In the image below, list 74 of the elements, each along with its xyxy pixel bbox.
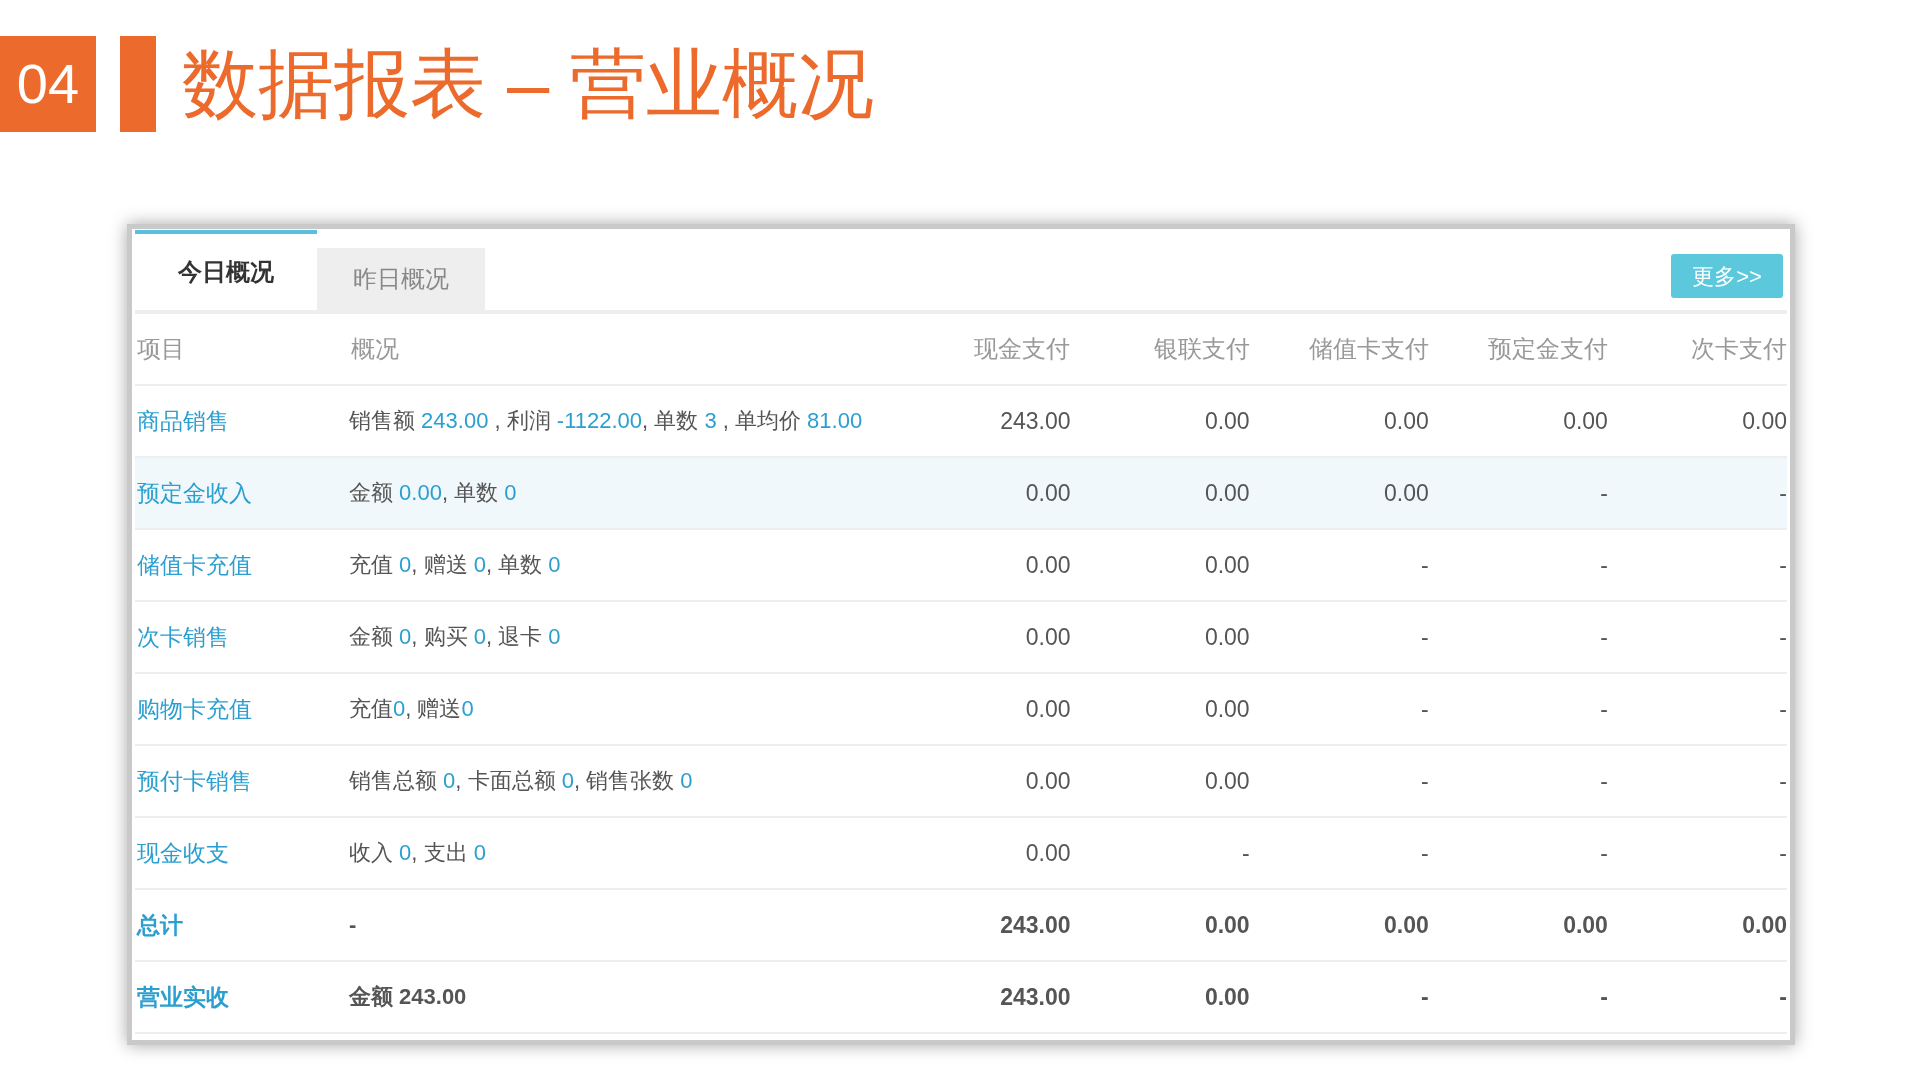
table-cell: 0.00 (1025, 623, 1071, 650)
item-link[interactable]: 购物卡充值 (137, 695, 252, 722)
table-cell: 0.00 (1204, 695, 1250, 722)
tab[interactable]: 昨日概况 (317, 248, 485, 310)
item-link[interactable]: 现金收支 (137, 839, 229, 866)
item-link[interactable]: 储值卡充值 (137, 551, 252, 578)
table-cell: 0.00 (1204, 551, 1250, 578)
table-cell: - (1421, 695, 1429, 722)
table-cell: - (1421, 839, 1429, 866)
table-cell: - (1779, 551, 1787, 578)
table-cell: 0.00 (1204, 767, 1250, 794)
column-header: 预定金支付 (1487, 335, 1608, 362)
summary-text: 充值0, 赠送0 (348, 695, 474, 721)
table-cell: - (1421, 623, 1429, 650)
table-cell: 0.00 (1204, 623, 1250, 650)
table-cell: - (1779, 623, 1787, 650)
table-cell: 0.00 (1204, 407, 1250, 434)
table-cell: 0.00 (1563, 911, 1608, 938)
table-cell: 0.00 (1025, 695, 1071, 722)
table-cell: 0.00 (1204, 983, 1250, 1010)
table-cell: 0.00 (1204, 911, 1250, 938)
table-cell: - (1779, 983, 1787, 1010)
item-link[interactable]: 总计 (137, 911, 183, 938)
summary-text: 收入 0, 支出 0 (348, 839, 486, 865)
table-cell: - (1600, 695, 1608, 722)
item-link[interactable]: 次卡销售 (137, 623, 229, 650)
table-cell: - (1421, 551, 1429, 578)
slide-title: 数据报表 – 营业概况 (182, 46, 875, 122)
table-cell: 243.00 (1000, 983, 1071, 1010)
table-cell: 0.00 (1025, 839, 1071, 866)
table-cell: 0.00 (1384, 911, 1429, 938)
table-cell: 0.00 (1742, 407, 1787, 434)
column-header: 储值卡支付 (1308, 335, 1429, 362)
item-link[interactable]: 商品销售 (137, 407, 229, 434)
table-cell: 0.00 (1742, 911, 1787, 938)
summary-text: 金额 243.00 (348, 983, 467, 1009)
summary-text: 金额 0, 购买 0, 退卡 0 (348, 623, 561, 649)
table-cell: 0.00 (1384, 479, 1429, 506)
item-link[interactable]: 营业实收 (137, 983, 229, 1010)
table-cell: - (1600, 479, 1608, 506)
table-cell: 243.00 (1000, 407, 1071, 434)
table-cell: 0.00 (1025, 479, 1071, 506)
summary-text: 销售总额 0, 卡面总额 0, 销售张数 0 (348, 767, 693, 793)
table-cell: - (1779, 767, 1787, 794)
column-header: 次卡支付 (1690, 335, 1787, 362)
table-cell: 0.00 (1204, 479, 1250, 506)
table-cell: - (1600, 623, 1608, 650)
table-cell: - (1779, 479, 1787, 506)
table-cell: 0.00 (1563, 407, 1608, 434)
table-cell: - (1600, 983, 1608, 1010)
column-header: 现金支付 (974, 335, 1071, 362)
table-cell: - (1779, 695, 1787, 722)
table-cell: 0.00 (1025, 551, 1071, 578)
table-cell: 0.00 (1384, 407, 1429, 434)
table-cell: - (1779, 839, 1787, 866)
table-cell: - (1421, 767, 1429, 794)
item-link[interactable]: 预定金收入 (137, 479, 252, 506)
column-header: 银联支付 (1153, 335, 1250, 362)
summary-text: 销售额 243.00 , 利润 -1122.00, 单数 3 , 单均价 81.00 (348, 407, 863, 433)
column-header: 项目 (137, 335, 185, 362)
table-cell: 0.00 (1025, 767, 1071, 794)
item-link[interactable]: 预付卡销售 (137, 767, 252, 794)
table-cell: - (1600, 767, 1608, 794)
summary-text: - (348, 911, 357, 937)
slide-number: 04 (0, 36, 96, 132)
summary-text: 金额 0.00, 单数 0 (348, 479, 517, 505)
column-header: 概况 (350, 335, 399, 362)
table-cell: - (1421, 983, 1429, 1010)
table-cell: - (1600, 839, 1608, 866)
table-cell: 243.00 (1000, 911, 1071, 938)
table-cell: - (1600, 551, 1608, 578)
table-cell: - (1241, 839, 1250, 866)
more-button[interactable]: 更多>> (1671, 254, 1783, 298)
summary-text: 充值 0, 赠送 0, 单数 0 (348, 551, 561, 577)
